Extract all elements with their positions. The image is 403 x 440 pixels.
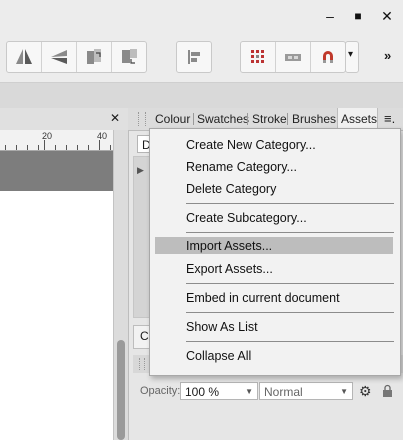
snapping-grid-icon [251,50,264,63]
snapping-magnet-button[interactable] [311,42,345,72]
snapping-options-dropdown[interactable]: ▾ [345,41,359,73]
opacity-value: 100 % [185,385,220,399]
assets-context-menu: Create New Category... Rename Category..… [149,128,401,376]
opacity-label: Opacity: [140,385,181,397]
close-document-icon[interactable]: ✕ [110,111,120,125]
align-group [176,41,212,73]
chevron-down-icon: ▼ [245,387,253,396]
blend-mode-value: Normal [264,385,303,399]
tab-stroke[interactable]: Stroke [252,108,287,130]
document-tab-bar: ✕ [0,108,128,131]
menu-separator [186,203,394,204]
tab-divider [287,113,288,125]
transform-group [6,41,147,73]
maximize-button[interactable]: ■ [346,6,370,26]
lock-icon[interactable] [382,384,393,398]
menu-item-embed-in-current-document[interactable]: Embed in current document [186,288,340,308]
tab-brushes[interactable]: Brushes [292,108,336,130]
menu-item-delete-category[interactable]: Delete Category [186,179,276,199]
snapping-grid-button[interactable] [241,42,276,72]
menu-item-show-as-list[interactable]: Show As List [186,317,258,337]
minimize-button[interactable]: – [318,6,342,26]
horizontal-ruler: 20 40 [0,130,113,151]
align-button[interactable] [177,42,211,72]
expand-arrow-icon[interactable]: ▶ [137,165,144,176]
context-toolbar [0,82,403,110]
flip-horizontal-icon [16,49,32,64]
menu-separator [186,312,394,313]
ruler-ticks [5,140,111,150]
tab-swatches[interactable]: Swatches [197,108,249,130]
flip-horizontal-button[interactable] [7,42,42,72]
panel-grip-handle[interactable] [139,358,145,370]
opacity-field[interactable]: 100 % ▼ [180,382,258,400]
vertical-scrollbar-thumb[interactable] [117,340,125,440]
document-page[interactable] [0,191,113,440]
menu-separator [186,283,394,284]
rotate-right-icon [122,49,137,64]
toolbar: ▾ » [0,32,403,82]
tab-divider [193,113,194,125]
chevron-down-icon: ▼ [340,387,348,396]
menu-separator [186,341,394,342]
menu-item-rename-category[interactable]: Rename Category... [186,157,297,177]
menu-item-export-assets[interactable]: Export Assets... [186,259,273,279]
menu-separator [186,232,394,233]
menu-item-create-subcategory[interactable]: Create Subcategory... [186,208,307,228]
rotate-right-button[interactable] [112,42,146,72]
blend-mode-select[interactable]: Normal ▼ [259,382,353,400]
flip-vertical-button[interactable] [42,42,77,72]
rotate-left-button[interactable] [77,42,112,72]
opacity-row: Opacity: 100 % ▼ Normal ▼ ⚙ [133,378,403,406]
tab-assets[interactable]: Assets [341,108,377,130]
more-icon[interactable]: » [384,48,391,63]
gear-icon[interactable]: ⚙ [359,383,372,400]
menu-item-collapse-all[interactable]: Collapse All [186,346,251,366]
close-button[interactable]: ✕ [375,6,399,26]
snapping-magnet-icon [323,51,333,63]
dropdown-arrow-icon: ▾ [348,49,354,60]
menu-item-create-new-category[interactable]: Create New Category... [186,135,316,155]
panel-grip-handle[interactable] [138,112,146,126]
title-bar: – ■ ✕ [0,0,403,32]
tab-colour[interactable]: Colour [155,108,190,130]
snapping-box-button[interactable] [276,42,311,72]
asset-list-area: ▶ [133,156,150,318]
tab-divider [247,113,248,125]
menu-item-import-assets[interactable]: Import Assets... [186,236,272,256]
rotate-left-icon [87,49,101,64]
lower-panel-tab-label: C [140,329,149,343]
snapping-box-icon [285,54,301,61]
pasteboard [0,151,113,191]
flip-vertical-icon [51,50,67,64]
align-icon [188,50,200,64]
snapping-group [240,41,346,73]
panel-menu-icon[interactable]: ≡. [384,111,395,126]
